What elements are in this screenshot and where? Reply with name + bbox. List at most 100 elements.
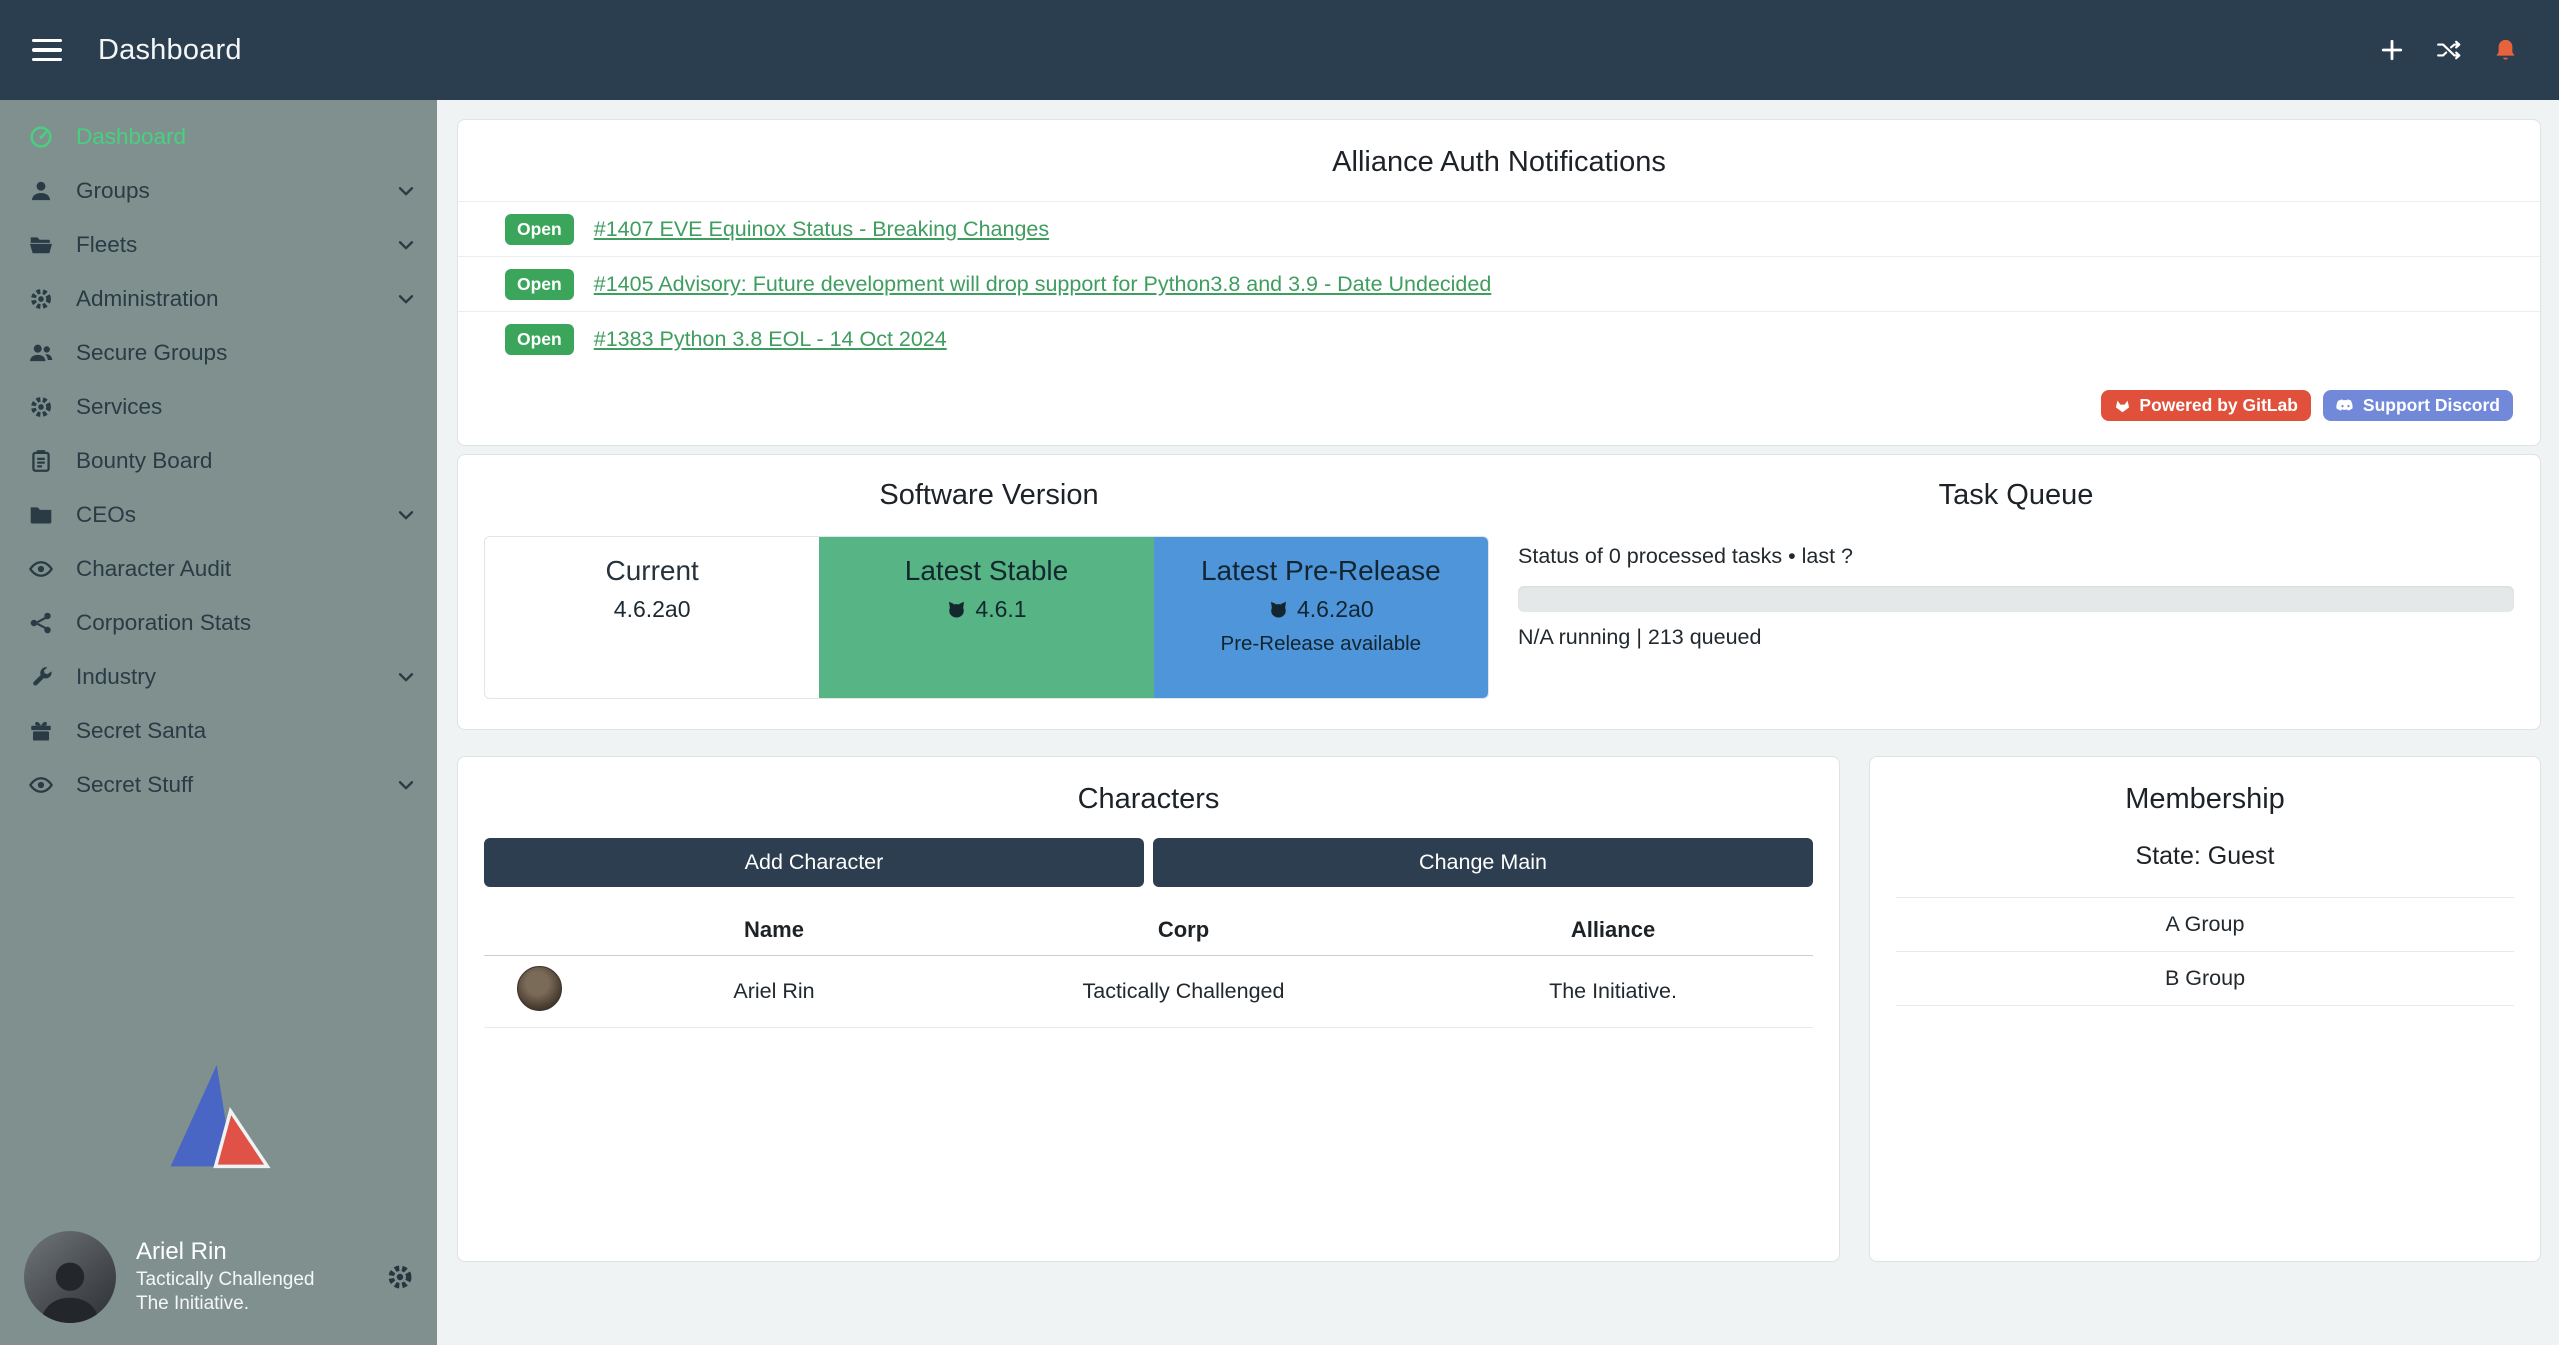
membership-groups: A Group B Group xyxy=(1896,897,2514,1006)
user-settings-gear-icon[interactable] xyxy=(385,1262,415,1292)
folder-icon xyxy=(26,502,56,528)
gitlab-badge-label: Powered by GitLab xyxy=(2139,395,2298,416)
sidebar-item-label: Character Audit xyxy=(76,556,417,582)
notifications-card: Alliance Auth Notifications Open #1407 E… xyxy=(457,119,2541,446)
add-icon[interactable] xyxy=(2378,36,2406,64)
column-header-corp: Corp xyxy=(954,917,1413,943)
task-queue-status: Status of 0 processed tasks • last ? xyxy=(1518,544,2514,569)
wrench-icon xyxy=(26,664,56,690)
status-badge: Open xyxy=(505,269,574,300)
sidebar-item-secure-groups[interactable]: Secure Groups xyxy=(0,326,437,380)
user-alliance: The Initiative. xyxy=(136,1292,315,1316)
sidebar-item-secret-stuff[interactable]: Secret Stuff xyxy=(0,758,437,812)
gauge-icon xyxy=(26,124,56,150)
character-name-cell: Ariel Rin xyxy=(594,979,954,1004)
sidebar-item-label: Fleets xyxy=(76,232,387,258)
sidebar-item-label: Secure Groups xyxy=(76,340,417,366)
software-version-section: Software Version Current 4.6.2a0 Latest … xyxy=(484,479,1494,699)
page-title: Dashboard xyxy=(98,34,242,67)
chevron-down-icon xyxy=(395,288,417,310)
sidebar-item-character-audit[interactable]: Character Audit xyxy=(0,542,437,596)
bottom-row: Characters Add Character Change Main Nam… xyxy=(457,756,2541,1262)
sidebar-item-label: Administration xyxy=(76,286,387,312)
sidebar-item-industry[interactable]: Industry xyxy=(0,650,437,704)
character-row: Ariel Rin Tactically Challenged The Init… xyxy=(484,956,1813,1028)
task-queue-progressbar xyxy=(1518,586,2514,612)
sidebar-item-label: CEOs xyxy=(76,502,387,528)
notification-link[interactable]: #1405 Advisory: Future development will … xyxy=(594,272,1492,297)
version-label: Current xyxy=(485,555,819,587)
version-value: 4.6.1 xyxy=(975,596,1026,623)
share-nodes-icon xyxy=(26,610,56,636)
notifications-bell-icon[interactable] xyxy=(2492,37,2519,64)
user-avatar xyxy=(24,1231,116,1323)
sidebar-item-bounty-board[interactable]: Bounty Board xyxy=(0,434,437,488)
sidebar-item-label: Dashboard xyxy=(76,124,417,150)
sidebar-item-services[interactable]: Services xyxy=(0,380,437,434)
characters-title: Characters xyxy=(484,783,1813,816)
gitlab-badge[interactable]: Powered by GitLab xyxy=(2101,390,2311,421)
version-current: Current 4.6.2a0 xyxy=(485,537,819,698)
sidebar-item-label: Groups xyxy=(76,178,387,204)
cogs-icon xyxy=(26,394,56,420)
notification-link[interactable]: #1383 Python 3.8 EOL - 14 Oct 2024 xyxy=(594,327,947,352)
sidebar-menu: Dashboard Groups Fleets Administra xyxy=(0,100,437,812)
group-row: B Group xyxy=(1896,952,2514,1006)
characters-card: Characters Add Character Change Main Nam… xyxy=(457,756,1840,1262)
users-icon xyxy=(26,340,56,366)
membership-title: Membership xyxy=(1896,783,2514,816)
chevron-down-icon xyxy=(395,504,417,526)
characters-table: Name Corp Alliance Ariel Rin Tactically … xyxy=(484,909,1813,1028)
chevron-down-icon xyxy=(395,234,417,256)
add-character-button[interactable]: Add Character xyxy=(484,838,1144,887)
sidebar-item-label: Secret Santa xyxy=(76,718,417,744)
column-header-name: Name xyxy=(594,917,954,943)
alliance-logo xyxy=(160,1065,278,1171)
discord-badge[interactable]: Support Discord xyxy=(2323,390,2513,421)
chevron-down-icon xyxy=(395,666,417,688)
eye-icon xyxy=(26,556,56,582)
sidebar-item-ceos[interactable]: CEOs xyxy=(0,488,437,542)
characters-actions: Add Character Change Main xyxy=(484,838,1813,887)
version-value: 4.6.2a0 xyxy=(1297,596,1374,623)
sidebar-item-secret-santa[interactable]: Secret Santa xyxy=(0,704,437,758)
change-main-button[interactable]: Change Main xyxy=(1153,838,1813,887)
sidebar-item-groups[interactable]: Groups xyxy=(0,164,437,218)
discord-icon xyxy=(2336,399,2355,413)
sidebar-item-fleets[interactable]: Fleets xyxy=(0,218,437,272)
sidebar: Dashboard Groups Fleets Administra xyxy=(0,100,437,1345)
discord-badge-label: Support Discord xyxy=(2363,395,2500,416)
software-version-title: Software Version xyxy=(484,479,1494,512)
sidebar-item-label: Services xyxy=(76,394,417,420)
sidebar-item-corporation-stats[interactable]: Corporation Stats xyxy=(0,596,437,650)
task-queue-title: Task Queue xyxy=(1518,479,2514,512)
notifications-footer: Powered by GitLab Support Discord xyxy=(458,366,2540,431)
sidebar-item-label: Industry xyxy=(76,664,387,690)
version-panel: Current 4.6.2a0 Latest Stable 4.6.1 Late… xyxy=(484,536,1489,699)
notification-link[interactable]: #1407 EVE Equinox Status - Breaking Chan… xyxy=(594,217,1049,242)
eye-icon xyxy=(26,772,56,798)
gears-icon xyxy=(26,286,56,312)
version-label: Latest Pre-Release xyxy=(1154,555,1488,587)
chevron-down-icon xyxy=(395,180,417,202)
main-content: Alliance Auth Notifications Open #1407 E… xyxy=(437,100,2559,1345)
character-corp-cell: Tactically Challenged xyxy=(954,979,1413,1004)
notification-row: Open #1407 EVE Equinox Status - Breaking… xyxy=(458,201,2540,256)
sidebar-item-administration[interactable]: Administration xyxy=(0,272,437,326)
membership-state: State: Guest xyxy=(1896,842,2514,871)
shuffle-icon[interactable] xyxy=(2434,37,2464,63)
notifications-title: Alliance Auth Notifications xyxy=(458,146,2540,179)
menu-icon[interactable] xyxy=(28,33,66,68)
top-navbar: Dashboard xyxy=(0,0,2559,100)
chevron-down-icon xyxy=(395,774,417,796)
character-portrait xyxy=(517,966,562,1011)
cat-icon xyxy=(1268,599,1289,620)
task-queue-section: Task Queue Status of 0 processed tasks •… xyxy=(1494,479,2514,699)
sidebar-item-dashboard[interactable]: Dashboard xyxy=(0,110,437,164)
sidebar-item-label: Bounty Board xyxy=(76,448,417,474)
task-queue-summary: N/A running | 213 queued xyxy=(1518,625,2514,650)
version-label: Latest Stable xyxy=(819,555,1153,587)
status-badge: Open xyxy=(505,324,574,355)
gift-icon xyxy=(26,718,56,744)
notification-row: Open #1405 Advisory: Future development … xyxy=(458,256,2540,311)
